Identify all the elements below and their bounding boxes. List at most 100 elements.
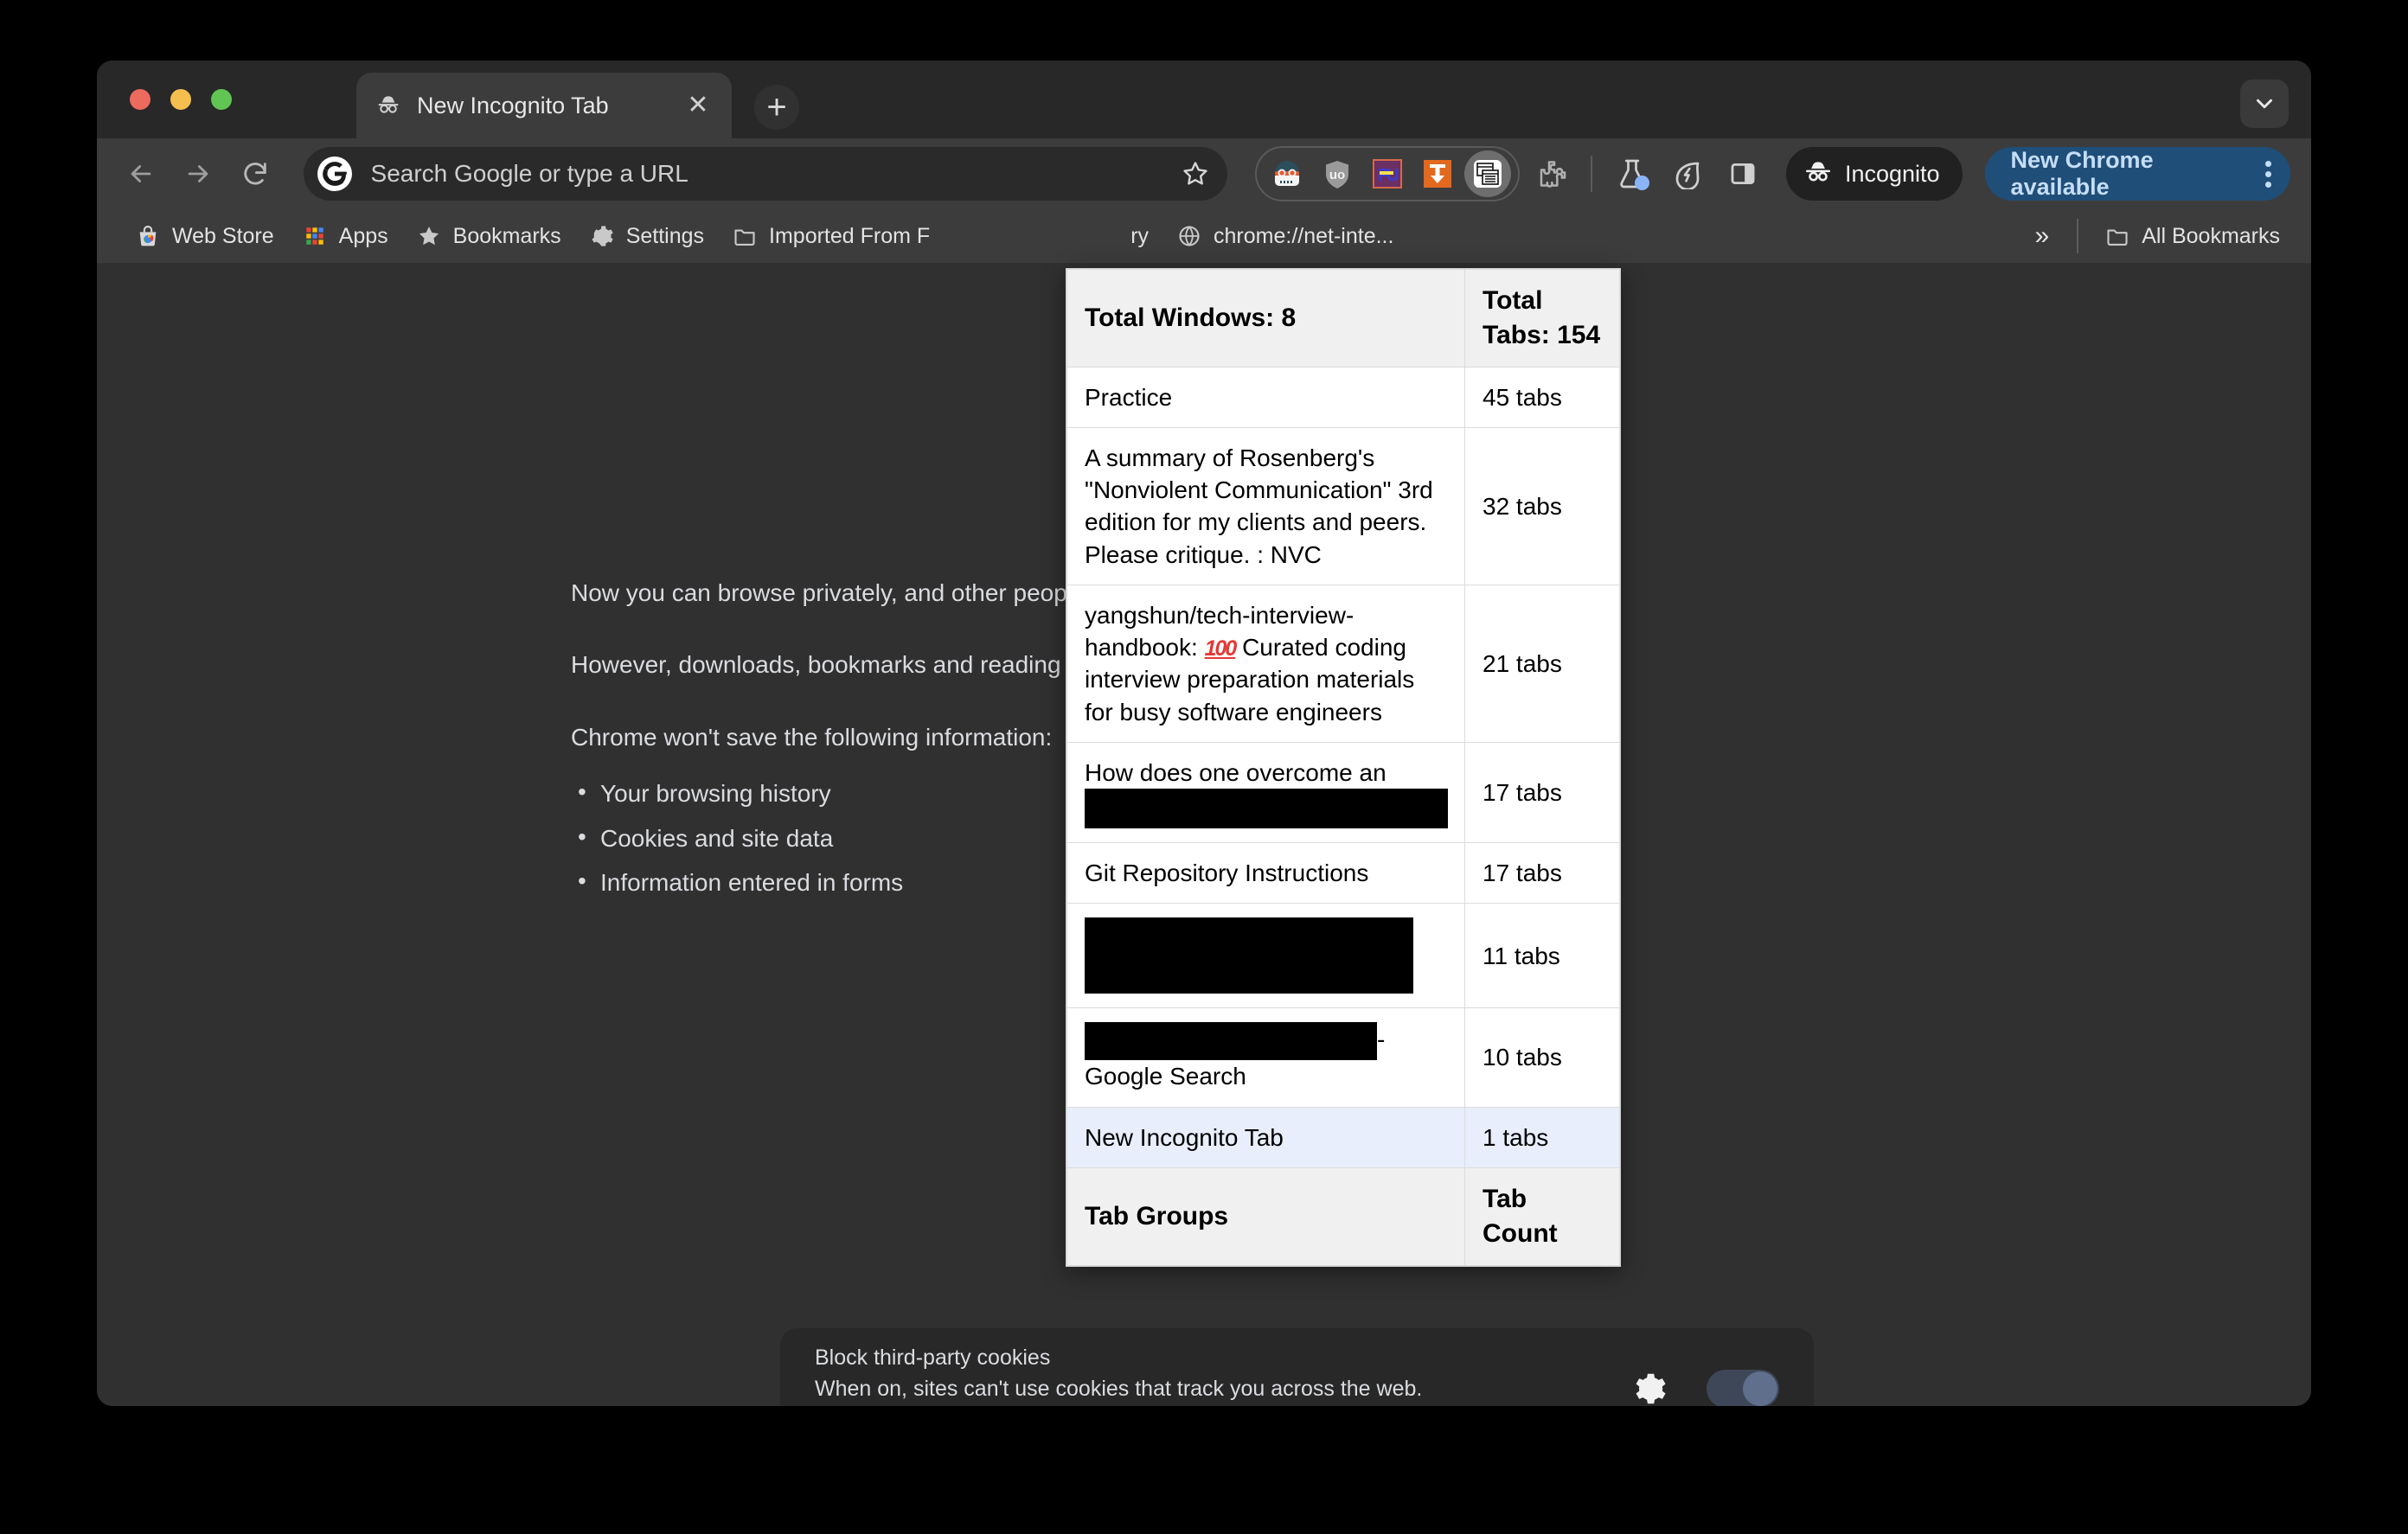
cookie-card-title: Block third-party cookies: [815, 1345, 1051, 1370]
group-count-cell: 10 tabs: [1464, 1007, 1620, 1108]
star-outline-icon[interactable]: [1175, 154, 1215, 194]
table-row[interactable]: How does one overcome an 17 tabs: [1066, 741, 1620, 844]
minimize-window-button[interactable]: [170, 89, 191, 110]
table-row[interactable]: Practice 45 tabs: [1066, 366, 1620, 429]
table-row[interactable]: - Google Search 10 tabs: [1066, 1007, 1620, 1108]
toggle-knob: [1743, 1371, 1777, 1406]
bookmark-chrome-net-internals[interactable]: chrome://net-inte...: [1162, 215, 1407, 257]
block-third-party-cookies-card: Block third-party cookies When on, sites…: [780, 1328, 1814, 1406]
close-window-button[interactable]: [130, 89, 150, 110]
total-tabs-cell: Total Tabs: 154: [1464, 269, 1620, 368]
group-title-cell: yangshun/tech-interview-handbook: 100 Cu…: [1066, 584, 1465, 743]
bookmark-label: ry: [1130, 223, 1150, 248]
group-count-cell: 32 tabs: [1464, 427, 1620, 585]
group-count-cell: 45 tabs: [1464, 366, 1620, 429]
update-badge-dot: [1634, 176, 1649, 190]
flask-experiment-icon[interactable]: [1608, 149, 1656, 199]
group-title-cell: New Incognito Tab: [1066, 1106, 1465, 1168]
browser-window: New Incognito Tab ✕ + Search Google or t…: [97, 61, 2311, 1406]
three-dot-menu-icon[interactable]: [2265, 160, 2271, 188]
toolbar-divider: [1590, 156, 1592, 192]
group-title-cell: Practice: [1066, 366, 1465, 429]
omnibox[interactable]: Search Google or type a URL: [303, 147, 1227, 201]
all-bookmarks-button[interactable]: All Bookmarks: [2091, 215, 2294, 257]
apps-grid-icon: [302, 223, 328, 249]
svg-text:U: U: [1387, 166, 1399, 185]
purple-pu-extension-icon[interactable]: P U: [1364, 150, 1411, 197]
side-panel-icon[interactable]: [1719, 149, 1767, 199]
leaf-energy-saver-icon[interactable]: [1663, 149, 1712, 199]
table-row[interactable]: Git Repository Instructions 17 tabs: [1066, 842, 1620, 904]
summary-row: Total Windows: 8 Total Tabs: 154: [1066, 269, 1620, 368]
group-count-cell: 11 tabs: [1464, 903, 1620, 1009]
bookmark-label: Web Store: [172, 223, 274, 248]
tab-groups-table: Total Windows: 8 Total Tabs: 154 Practic…: [1066, 269, 1620, 1266]
table-row-active[interactable]: New Incognito Tab 1 tabs: [1066, 1106, 1620, 1168]
total-windows-cell: Total Windows: 8: [1066, 269, 1465, 368]
new-chrome-available-button[interactable]: New Chrome available: [1984, 147, 2290, 201]
group-title-text: How does one overcome an: [1085, 758, 1387, 786]
bookmark-apps[interactable]: Apps: [288, 215, 402, 257]
group-title-cell: A summary of Rosenberg's "Nonviolent Com…: [1066, 427, 1465, 585]
incognito-icon: [375, 93, 401, 118]
tab-count-header: Tab Count: [1464, 1166, 1620, 1266]
bookmarks-divider: [2077, 219, 2079, 253]
group-title-cell: - Google Search: [1066, 1007, 1465, 1108]
group-count-cell: 17 tabs: [1464, 741, 1620, 844]
table-footer-row: Tab Groups Tab Count: [1066, 1166, 1620, 1266]
bookmark-label: Bookmarks: [452, 223, 561, 248]
group-count-cell: 17 tabs: [1464, 842, 1620, 904]
ublock-shield-extension-icon[interactable]: uo: [1314, 150, 1361, 197]
chevron-down-icon[interactable]: [2240, 80, 2289, 128]
browser-toolbar: Search Google or type a URL uo P U Incog…: [97, 138, 2311, 209]
puzzle-piece-icon[interactable]: [1528, 150, 1575, 198]
bookmark-label: Imported From F: [769, 223, 931, 248]
group-count-cell: 1 tabs: [1464, 1106, 1620, 1168]
bookmark-web-store[interactable]: Web Store: [121, 215, 288, 257]
orange-download-extension-icon[interactable]: [1414, 150, 1461, 197]
hundred-points-emoji: 100: [1204, 636, 1238, 662]
close-icon[interactable]: ✕: [683, 91, 713, 120]
tab-windows-extension-icon[interactable]: [1463, 150, 1511, 197]
redaction-bar: [1085, 1022, 1377, 1061]
incognito-indicator[interactable]: Incognito: [1785, 147, 1963, 201]
folder-icon: [2104, 223, 2130, 249]
glasses-face-extension-icon[interactable]: [1264, 150, 1310, 197]
google-g-icon: [317, 157, 352, 191]
group-title-cell: How does one overcome an: [1066, 741, 1465, 844]
tab-title: New Incognito Tab: [417, 92, 609, 118]
gear-icon[interactable]: [1629, 1369, 1668, 1406]
table-row[interactable]: 11 tabs: [1066, 903, 1620, 1009]
star-icon: [416, 223, 442, 249]
svg-text:uo: uo: [1329, 168, 1344, 182]
bookmark-imported-from[interactable]: Imported From F: [718, 215, 944, 257]
forward-button[interactable]: [175, 150, 221, 198]
all-bookmarks-label: All Bookmarks: [2142, 223, 2280, 248]
new-tab-button[interactable]: +: [754, 85, 799, 130]
table-row[interactable]: yangshun/tech-interview-handbook: 100 Cu…: [1066, 584, 1620, 743]
group-title-cell: [1066, 903, 1465, 1009]
tab-strip: New Incognito Tab ✕ +: [97, 61, 2311, 138]
group-title-cell: Git Repository Instructions: [1066, 842, 1465, 904]
extensions-group: uo P U: [1254, 146, 1520, 201]
double-chevron-right-icon[interactable]: »: [2020, 221, 2065, 251]
table-row[interactable]: A summary of Rosenberg's "Nonviolent Com…: [1066, 427, 1620, 585]
bookmark-bookmarks[interactable]: Bookmarks: [402, 215, 575, 257]
incognito-label: Incognito: [1844, 160, 1940, 187]
cookie-card-text: Block third-party cookies When on, sites…: [815, 1342, 1629, 1406]
bookmark-settings[interactable]: Settings: [575, 215, 718, 257]
bookmark-label: Apps: [338, 223, 388, 248]
bookmark-label: Settings: [625, 223, 705, 248]
cookie-card-line3: Features on some sites may break.: [815, 1404, 1629, 1406]
browser-tab-new-incognito[interactable]: New Incognito Tab ✕: [356, 73, 732, 138]
bookmark-ry[interactable]: ry: [1117, 215, 1162, 257]
tab-manager-popup: Total Windows: 8 Total Tabs: 154 Practic…: [1066, 268, 1621, 1267]
globe-icon: [1176, 223, 1202, 249]
maximize-window-button[interactable]: [211, 89, 232, 110]
back-button[interactable]: [118, 150, 164, 198]
tab-groups-header: Tab Groups: [1066, 1166, 1465, 1266]
web-store-icon: [135, 223, 161, 249]
reload-button[interactable]: [232, 150, 279, 198]
search-input[interactable]: Search Google or type a URL: [352, 160, 1175, 188]
block-cookies-toggle[interactable]: [1707, 1370, 1779, 1406]
